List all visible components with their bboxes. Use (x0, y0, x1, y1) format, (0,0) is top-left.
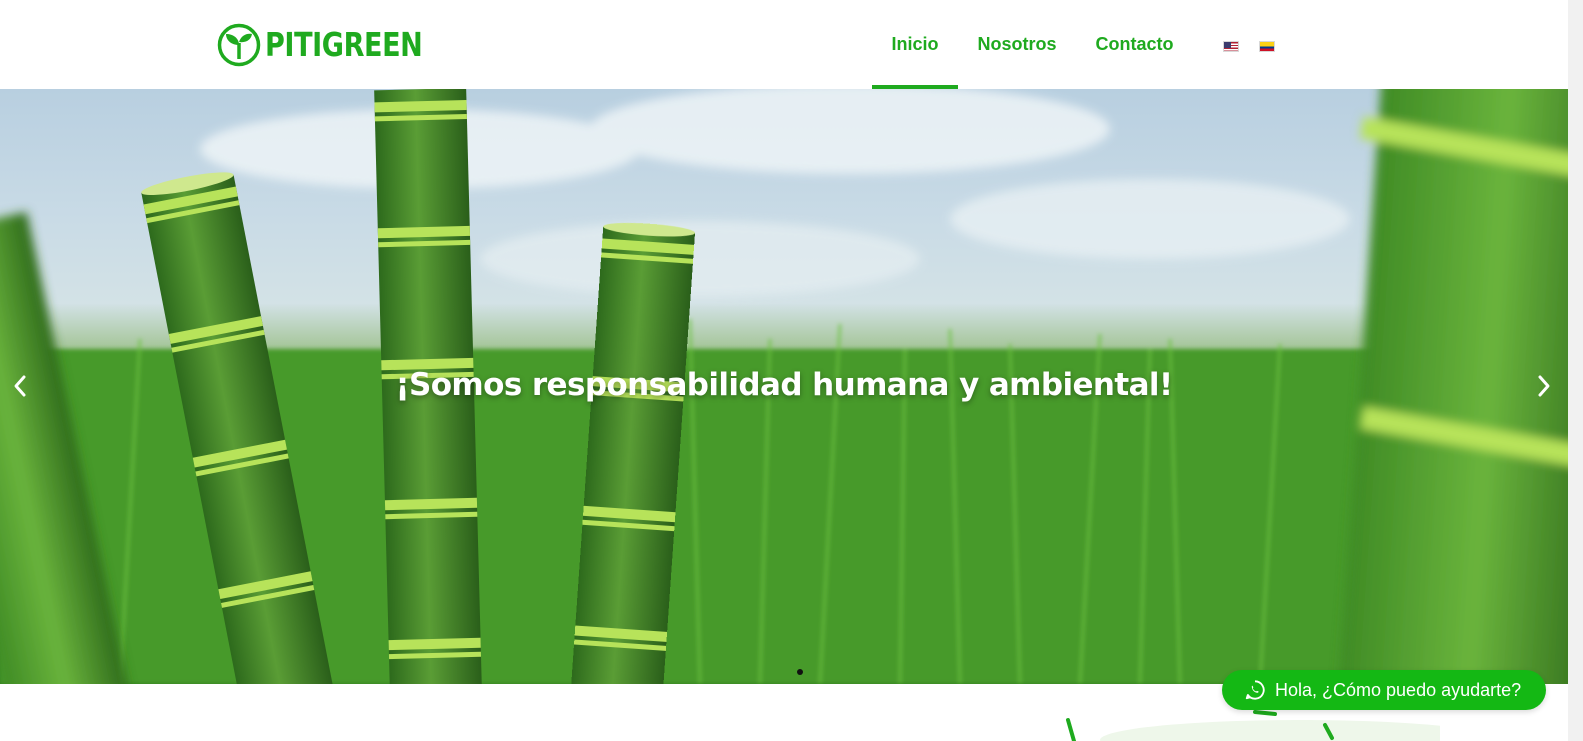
sprout-logo-icon (217, 23, 261, 66)
hero-slider: ¡Somos responsabilidad humana y ambienta… (0, 89, 1568, 684)
whatsapp-chat-button[interactable]: Hola, ¿Cómo puedo ayudarte? (1222, 670, 1546, 710)
colombia-flag-icon[interactable] (1259, 41, 1275, 52)
whatsapp-chat-label: Hola, ¿Cómo puedo ayudarte? (1275, 679, 1522, 700)
brand-logo[interactable]: PITIGREEN (217, 22, 457, 67)
slider-prev-button[interactable] (8, 374, 32, 398)
scrollbar-track[interactable] (1568, 0, 1583, 741)
nav-contacto[interactable]: Contacto (1076, 0, 1193, 89)
slider-dot[interactable] (797, 669, 803, 675)
chevron-left-icon (14, 375, 26, 397)
hero-title: ¡Somos responsabilidad humana y ambienta… (395, 367, 1173, 403)
site-header: PITIGREEN Inicio Nosotros Contacto (0, 0, 1568, 89)
nav-inicio[interactable]: Inicio (872, 0, 959, 89)
us-flag-icon[interactable] (1223, 41, 1239, 52)
brand-name: PITIGREEN (265, 25, 423, 64)
whatsapp-icon (1245, 680, 1265, 700)
slider-next-button[interactable] (1532, 374, 1556, 398)
main-nav: Inicio Nosotros Contacto (872, 0, 1193, 89)
chevron-right-icon (1538, 375, 1550, 397)
nav-nosotros[interactable]: Nosotros (958, 0, 1076, 89)
